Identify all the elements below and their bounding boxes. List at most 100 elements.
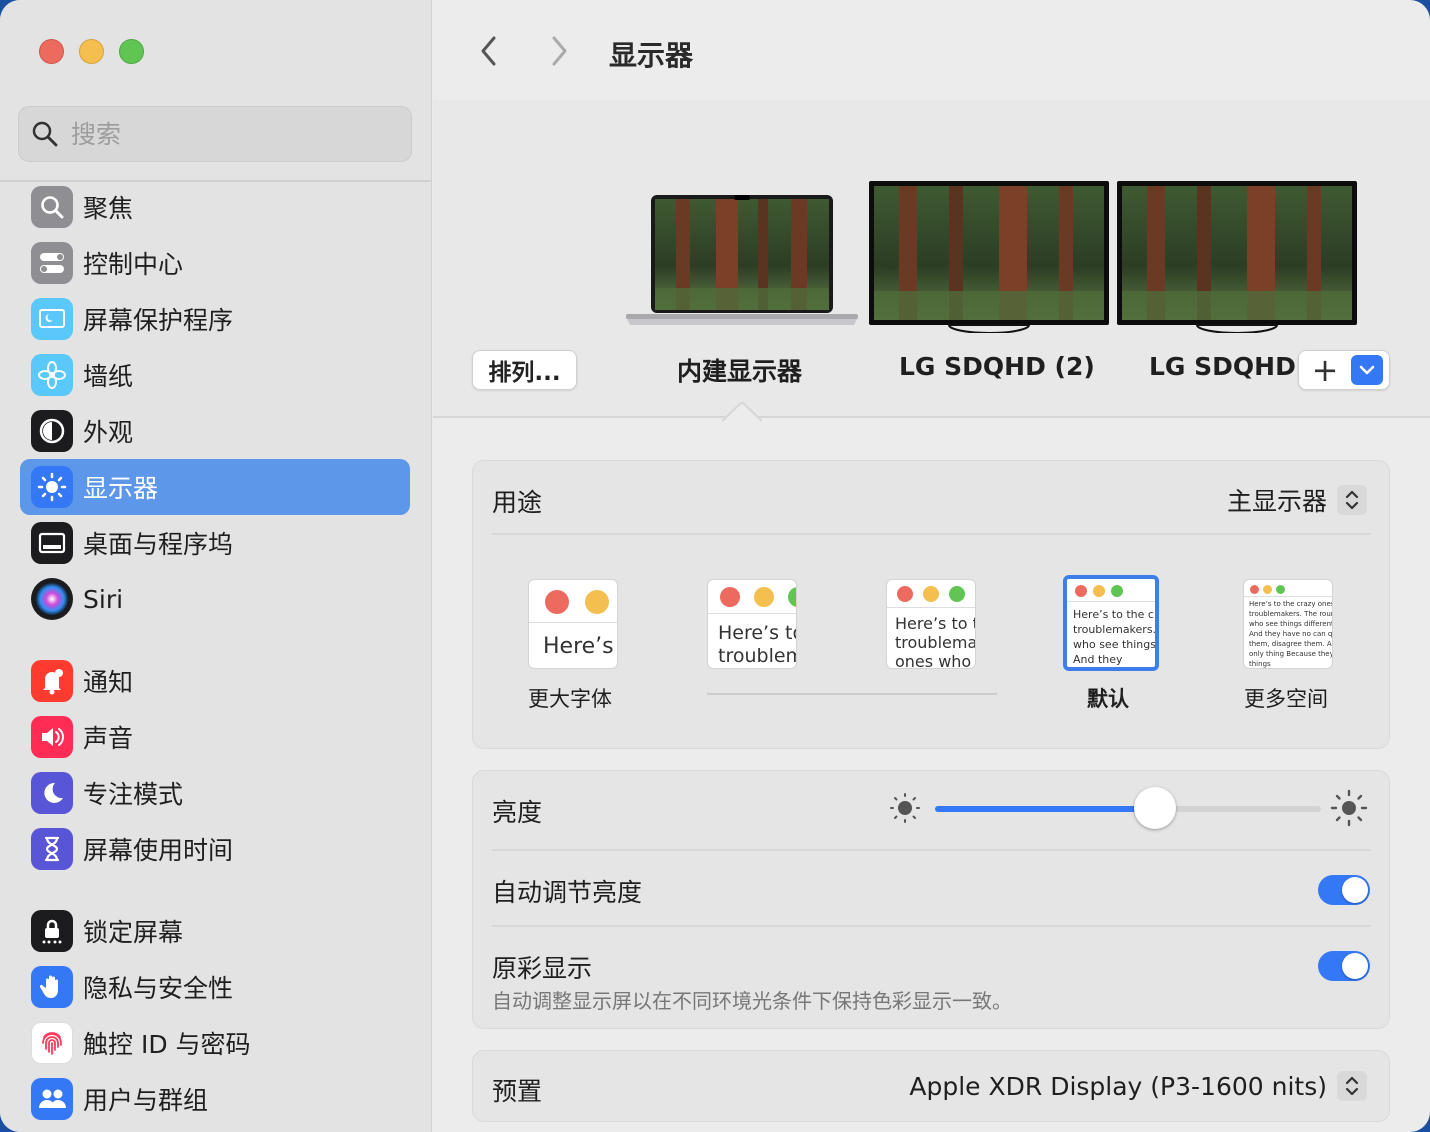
- sidebar-item-label: 墙纸: [83, 362, 134, 391]
- brightness-slider-knob[interactable]: [1134, 787, 1177, 829]
- sidebar-item-label: 专注模式: [83, 780, 184, 809]
- brightness-label: 亮度: [492, 798, 543, 827]
- builtin-display-thumbnail[interactable]: [626, 193, 858, 333]
- add-display-menu-button[interactable]: [1351, 355, 1383, 385]
- search-field[interactable]: [18, 106, 412, 162]
- brightness-low-icon: [890, 793, 920, 823]
- resolution-option-2[interactable]: Here’s to troublemakers: [707, 579, 797, 669]
- back-button[interactable]: [471, 33, 507, 69]
- sidebar-item-displays[interactable]: 显示器: [20, 459, 410, 515]
- resolution-option-more-space[interactable]: Here’s to the crazy ones troublemakers. …: [1243, 579, 1333, 669]
- sidebar-item-notifications[interactable]: 通知: [20, 653, 410, 709]
- display-label-lg-2[interactable]: LG SDQHD (2): [899, 352, 1095, 381]
- resolution-label-more-space: 更多空间: [1244, 687, 1328, 711]
- brightness-card: 亮度 自动调节亮度 原彩显示 自动调整显示屏以在不同环境光条件下保持色彩显示一致…: [472, 770, 1390, 1029]
- resolution-preview-text: Here’s to the crazy troublemakers. ones …: [1073, 608, 1159, 666]
- true-tone-description: 自动调整显示屏以在不同环境光条件下保持色彩显示一致。: [492, 989, 1012, 1013]
- sidebar-item-label: 屏幕保护程序: [83, 306, 234, 335]
- display-icon: [31, 466, 73, 508]
- resolution-label-larger-text: 更大字体: [528, 687, 612, 711]
- auto-brightness-toggle[interactable]: [1318, 875, 1370, 905]
- display-label-builtin[interactable]: 内建显示器: [677, 352, 802, 388]
- sidebar-item-touch-id[interactable]: 触控 ID 与密码: [20, 1015, 410, 1071]
- sidebar-item-lock-screen[interactable]: 锁定屏幕: [20, 903, 410, 959]
- resolution-option-3[interactable]: Here’s to the troublemakers ones who: [886, 579, 976, 669]
- brightness-slider[interactable]: [935, 787, 1321, 829]
- siri-icon: [31, 578, 73, 620]
- arrange-button[interactable]: 排列...: [472, 350, 577, 390]
- resolution-option-larger-text[interactable]: Here’s: [528, 579, 618, 669]
- sidebar-item-spotlight[interactable]: 聚焦: [20, 179, 410, 235]
- usage-resolution-card: 用途 主显示器 Here’s 更大字体 Here’s to troublemak…: [472, 460, 1390, 749]
- add-display-control[interactable]: +: [1298, 350, 1390, 390]
- sidebar-item-label: 用户与群组: [83, 1086, 209, 1115]
- sidebar-item-label: 显示器: [83, 474, 159, 503]
- preset-popup[interactable]: Apple XDR Display (P3-1600 nits): [909, 1071, 1367, 1101]
- sidebar-item-control-center[interactable]: 控制中心: [20, 235, 410, 291]
- preset-card: 预置 Apple XDR Display (P3-1600 nits): [472, 1050, 1390, 1122]
- usage-label: 用途: [492, 488, 543, 517]
- sidebar-item-label: 隐私与安全性: [83, 974, 234, 1003]
- sidebar-item-label: Siri: [83, 584, 124, 614]
- resolution-option-default[interactable]: Here’s to the crazy troublemakers. ones …: [1063, 575, 1159, 671]
- sidebar-item-label: 聚焦: [83, 194, 134, 223]
- control-center-icon: [31, 242, 73, 284]
- display-label-lg[interactable]: LG SDQHD: [1149, 352, 1296, 381]
- screensaver-icon: [31, 298, 73, 340]
- fingerprint-icon: [31, 1022, 73, 1064]
- wallpaper-icon: [31, 354, 73, 396]
- preset-value: Apple XDR Display (P3-1600 nits): [909, 1071, 1327, 1101]
- close-button[interactable]: [39, 39, 64, 64]
- up-down-chevron-icon: [1337, 1071, 1367, 1101]
- resolution-preview-text: Here’s to the troublemakers ones who: [895, 614, 976, 669]
- appearance-icon: [31, 410, 73, 452]
- notifications-icon: [31, 660, 73, 702]
- add-display-button[interactable]: +: [1299, 351, 1351, 389]
- sidebar-item-privacy[interactable]: 隐私与安全性: [20, 959, 410, 1015]
- resolution-preview-text: Here’s to the crazy ones troublemakers. …: [1249, 600, 1333, 668]
- search-icon: [32, 121, 58, 147]
- main-pane: 显示器 排列... 内建显示器 LG SDQHD (2) LG SDQHD + …: [433, 0, 1430, 1132]
- dock-icon: [31, 522, 73, 564]
- window-controls: [39, 39, 144, 64]
- chevron-down-icon: [1359, 365, 1375, 375]
- sidebar-item-label: 触控 ID 与密码: [83, 1030, 251, 1059]
- sidebar-item-siri[interactable]: Siri: [20, 571, 410, 627]
- sidebar-item-focus[interactable]: 专注模式: [20, 765, 410, 821]
- zoom-button[interactable]: [119, 39, 144, 64]
- minimize-button[interactable]: [79, 39, 104, 64]
- sound-icon: [31, 716, 73, 758]
- chevron-left-icon: [481, 36, 496, 66]
- focus-icon: [31, 772, 73, 814]
- brightness-high-icon: [1330, 789, 1368, 827]
- auto-brightness-label: 自动调节亮度: [492, 878, 643, 907]
- sidebar-item-label: 外观: [83, 418, 134, 447]
- selection-pointer: [722, 402, 762, 422]
- true-tone-toggle[interactable]: [1318, 951, 1370, 981]
- sidebar-item-label: 声音: [83, 724, 134, 753]
- chevron-right-icon: [552, 36, 567, 66]
- preset-label: 预置: [492, 1077, 543, 1106]
- sidebar-item-screensaver[interactable]: 屏幕保护程序: [20, 291, 410, 347]
- sidebar-item-appearance[interactable]: 外观: [20, 403, 410, 459]
- usage-value: 主显示器: [1226, 487, 1327, 516]
- sidebar-item-users-groups[interactable]: 用户与群组: [20, 1071, 410, 1127]
- resolution-preview-text: Here’s to troublemakers: [718, 622, 796, 667]
- lg-display-thumbnail[interactable]: [1117, 181, 1357, 333]
- resolution-label-default: 默认: [1087, 687, 1129, 711]
- sidebar-item-label: 桌面与程序坞: [83, 530, 234, 559]
- forward-button[interactable]: [541, 33, 577, 69]
- sidebar-item-desktop-dock[interactable]: 桌面与程序坞: [20, 515, 410, 571]
- sidebar-item-screen-time[interactable]: 屏幕使用时间: [20, 821, 410, 877]
- spotlight-icon: [31, 186, 73, 228]
- brightness-slider-fill: [935, 806, 1156, 812]
- search-input[interactable]: [71, 119, 371, 149]
- true-tone-label: 原彩显示: [492, 954, 593, 983]
- sidebar-item-label: 锁定屏幕: [83, 918, 184, 947]
- sidebar-item-label: 控制中心: [83, 250, 184, 279]
- card-divider: [492, 533, 1370, 535]
- lg-display-2-thumbnail[interactable]: [869, 181, 1109, 333]
- sidebar-item-sound[interactable]: 声音: [20, 709, 410, 765]
- sidebar-item-wallpaper[interactable]: 墙纸: [20, 347, 410, 403]
- usage-popup[interactable]: 主显示器: [1227, 482, 1367, 518]
